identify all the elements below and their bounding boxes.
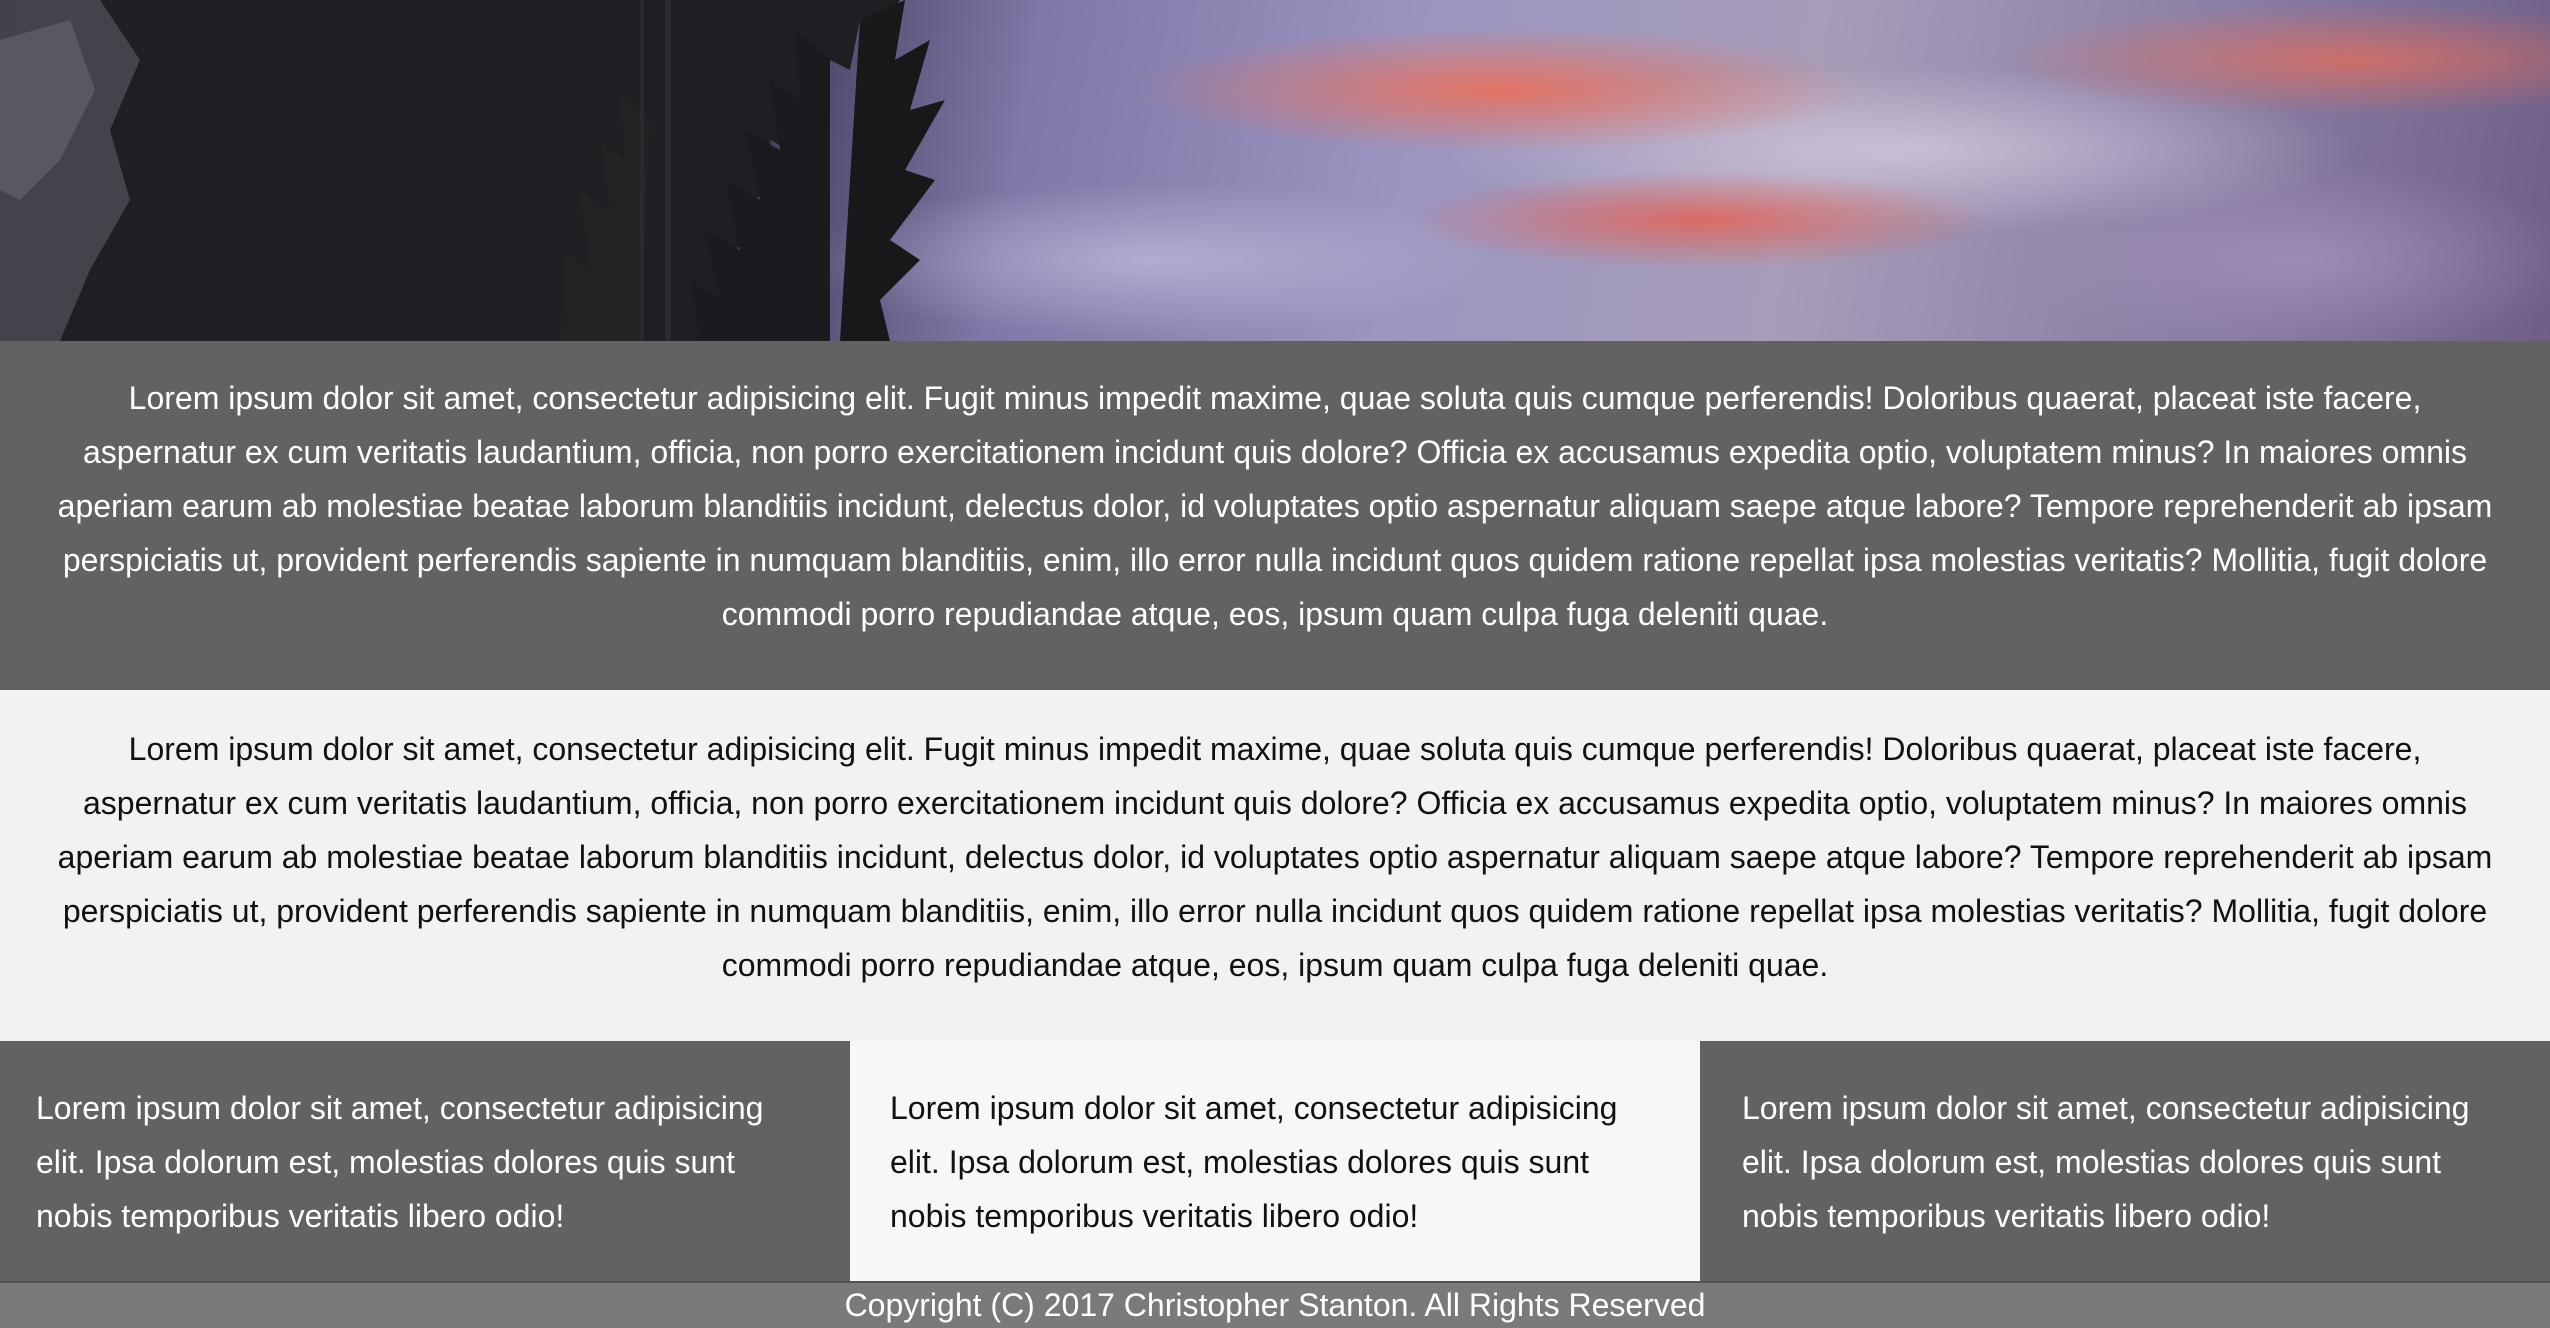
column-right: Lorem ipsum dolor sit amet, consectetur … (1700, 1041, 2550, 1281)
hero-image (0, 0, 2550, 341)
page: Lorem ipsum dolor sit amet, consectetur … (0, 0, 2550, 1328)
column-left: Lorem ipsum dolor sit amet, consectetur … (0, 1041, 850, 1281)
intro-band-light: Lorem ipsum dolor sit amet, consectetur … (0, 690, 2550, 1041)
intro-paragraph-light: Lorem ipsum dolor sit amet, consectetur … (57, 731, 2493, 983)
column-middle-text: Lorem ipsum dolor sit amet, consectetur … (890, 1090, 1618, 1234)
intro-paragraph-dark: Lorem ipsum dolor sit amet, consectetur … (57, 380, 2493, 632)
column-right-text: Lorem ipsum dolor sit amet, consectetur … (1742, 1090, 2470, 1234)
intro-band-dark: Lorem ipsum dolor sit amet, consectetur … (0, 341, 2550, 690)
footer-copyright: Copyright (C) 2017 Christopher Stanton. … (844, 1287, 1706, 1323)
column-left-text: Lorem ipsum dolor sit amet, consectetur … (36, 1090, 764, 1234)
column-middle: Lorem ipsum dolor sit amet, consectetur … (850, 1041, 1700, 1281)
forest-silhouette (0, 0, 945, 341)
footer: Copyright (C) 2017 Christopher Stanton. … (0, 1281, 2550, 1328)
